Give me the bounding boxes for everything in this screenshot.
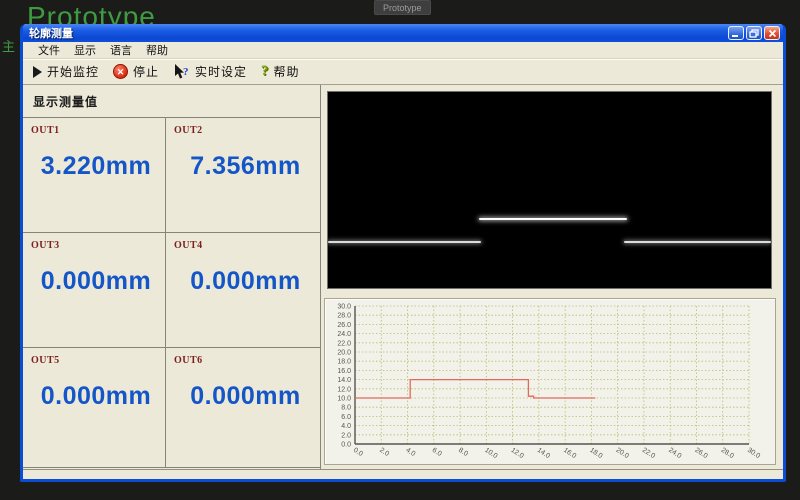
out5-cell: OUT5 0.000mm [23,348,166,468]
trend-chart: 0.0 2.0 4.0 6.0 8.0 10.0 12.0 14.0 16.0 18.0 20.0 2… [324,298,776,465]
start-monitor-button[interactable]: 开始监控 [33,63,99,80]
play-icon [33,66,42,78]
svg-text:10.0: 10.0 [337,396,351,403]
svg-text:30.0: 30.0 [337,304,351,311]
svg-text:0.0: 0.0 [352,447,364,458]
svg-text:18.0: 18.0 [588,447,603,460]
laser-line-segment [479,218,627,220]
out1-cell: OUT1 3.220mm [23,118,166,233]
close-icon [768,29,777,38]
svg-text:8.0: 8.0 [457,447,469,458]
svg-text:16.0: 16.0 [562,447,577,460]
out3-label: OUT3 [31,240,161,251]
svg-text:28.0: 28.0 [720,447,735,460]
measurement-grid: OUT1 3.220mm OUT2 7.356mm OUT3 0.000mm O… [23,118,320,468]
out1-value: 3.220mm [31,152,161,181]
svg-text:0.0: 0.0 [341,442,351,449]
desktop-watermark-side: 主 [2,36,15,55]
svg-text:20.0: 20.0 [337,350,351,357]
svg-text:26.0: 26.0 [693,447,708,460]
out6-cell: OUT6 0.000mm [166,348,321,468]
trend-chart-svg: 0.0 2.0 4.0 6.0 8.0 10.0 12.0 14.0 16.0 18.0 20.0 2… [325,299,775,464]
toolbar: 开始监控 ✕ 停止 ? 实时设定 ? 帮助 [23,59,783,85]
svg-text:8.0: 8.0 [341,405,351,412]
svg-text:14.0: 14.0 [536,447,551,460]
restore-icon [749,29,759,38]
stop-button[interactable]: ✕ 停止 [113,63,159,80]
titlebar[interactable]: 轮廓测量 [23,24,783,42]
svg-text:26.0: 26.0 [337,322,351,329]
window-title: 轮廓测量 [29,25,726,41]
minimize-icon [731,29,741,38]
svg-text:4.0: 4.0 [404,447,416,458]
help-button[interactable]: ? 帮助 [261,63,300,80]
help-icon: ? [261,64,269,79]
out5-value: 0.000mm [31,382,161,411]
out3-value: 0.000mm [31,267,161,296]
app-window: 轮廓测量 文件 显示 语言 帮助 开始监控 ✕ 停止 [20,24,786,482]
svg-text:20.0: 20.0 [615,447,630,460]
stop-label: 停止 [133,63,159,80]
svg-text:28.0: 28.0 [337,313,351,320]
svg-text:18.0: 18.0 [337,359,351,366]
menu-language[interactable]: 语言 [103,41,139,59]
close-button[interactable] [764,26,780,40]
start-monitor-label: 开始监控 [47,63,99,80]
svg-text:14.0: 14.0 [337,377,351,384]
laser-line-segment [328,241,481,243]
svg-text:22.0: 22.0 [641,447,656,460]
svg-text:4.0: 4.0 [341,423,351,430]
svg-text:6.0: 6.0 [341,414,351,421]
stop-icon: ✕ [113,64,128,79]
svg-text:6.0: 6.0 [431,447,443,458]
restore-button[interactable] [746,26,762,40]
status-bar [23,469,783,479]
out6-value: 0.000mm [174,382,317,411]
main-area: 显示测量值 OUT1 3.220mm OUT2 7.356mm OUT3 0.0… [23,85,783,469]
out4-value: 0.000mm [174,267,317,296]
menu-bar: 文件 显示 语言 帮助 [23,42,783,59]
taskbar-badge[interactable]: Prototype [374,0,431,15]
laser-profile-camera-view [327,91,772,289]
svg-text:30.0: 30.0 [746,447,761,460]
svg-text:?: ? [183,66,189,78]
out4-cell: OUT4 0.000mm [166,233,321,348]
menu-display[interactable]: 显示 [67,41,103,59]
svg-text:24.0: 24.0 [337,331,351,338]
svg-text:22.0: 22.0 [337,340,351,347]
out4-label: OUT4 [174,240,317,251]
svg-text:16.0: 16.0 [337,368,351,375]
svg-text:24.0: 24.0 [667,447,682,460]
out2-value: 7.356mm [174,152,317,181]
svg-text:2.0: 2.0 [341,432,351,439]
measurement-panel: 显示测量值 OUT1 3.220mm OUT2 7.356mm OUT3 0.0… [23,85,321,469]
out2-label: OUT2 [174,125,317,136]
out5-label: OUT5 [31,355,161,366]
svg-text:12.0: 12.0 [510,447,525,460]
cursor-help-icon: ? [173,64,190,80]
out3-cell: OUT3 0.000mm [23,233,166,348]
out6-label: OUT6 [174,355,317,366]
menu-help[interactable]: 帮助 [139,41,175,59]
svg-text:10.0: 10.0 [483,447,498,460]
svg-text:12.0: 12.0 [337,386,351,393]
help-label: 帮助 [274,63,300,80]
minimize-button[interactable] [728,26,744,40]
realtime-settings-button[interactable]: ? 实时设定 [173,63,247,80]
menu-file[interactable]: 文件 [31,41,67,59]
realtime-settings-label: 实时设定 [195,63,247,80]
measurement-panel-title: 显示测量值 [23,85,320,118]
laser-line-segment [624,241,771,243]
svg-text:2.0: 2.0 [378,447,390,458]
out1-label: OUT1 [31,125,161,136]
out2-cell: OUT2 7.356mm [166,118,321,233]
